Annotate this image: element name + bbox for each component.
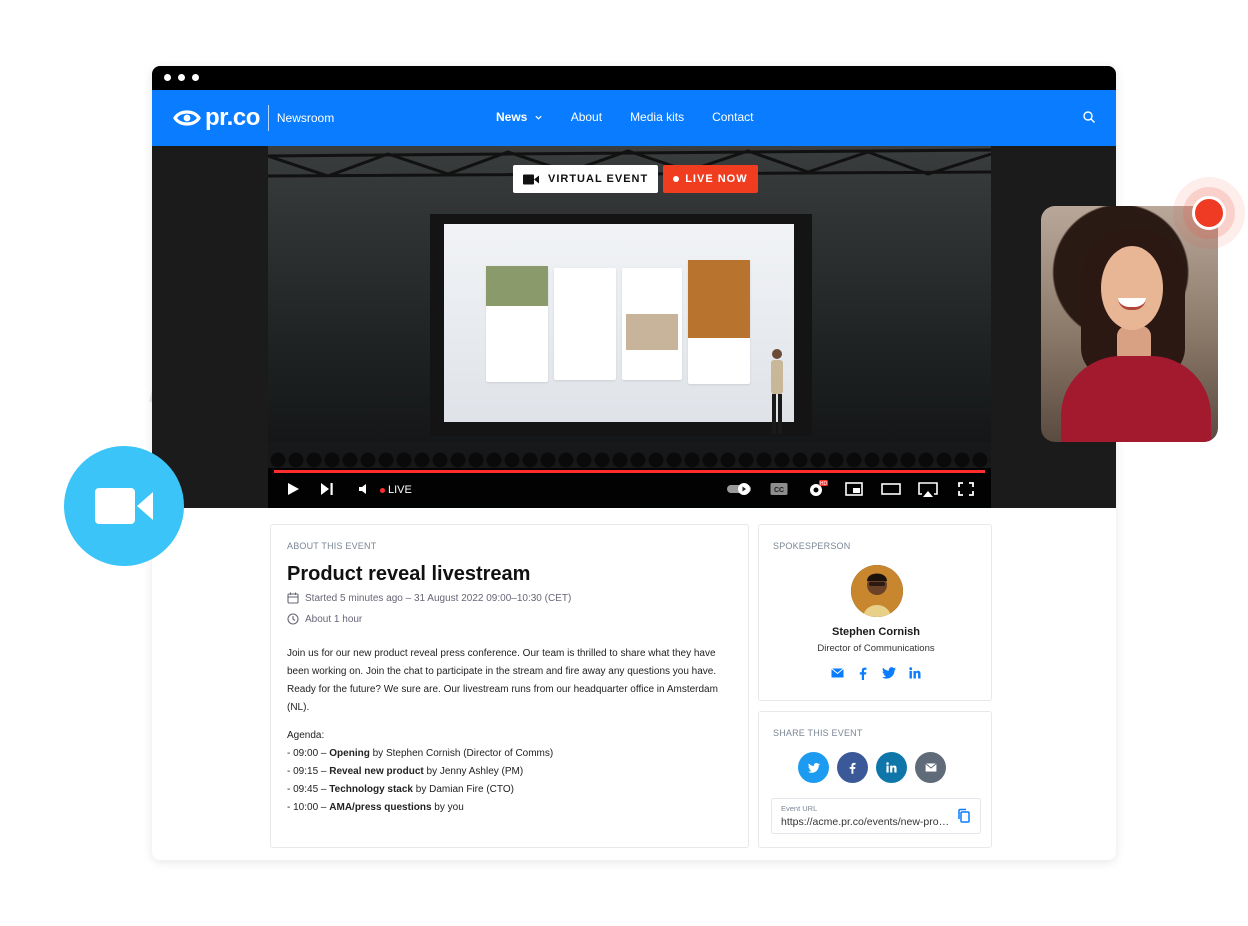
- search-icon[interactable]: [1082, 110, 1096, 124]
- video-camera-icon: [523, 174, 539, 184]
- brand-name: pr.co: [205, 104, 260, 131]
- browser-window: pr.co Newsroom News About Media kits Con…: [152, 66, 1116, 860]
- participant-shirt: [1061, 356, 1211, 442]
- play-icon[interactable]: [286, 482, 300, 496]
- window-dot-icon[interactable]: [192, 74, 199, 81]
- event-title: Product reveal livestream: [287, 563, 531, 585]
- agenda-label: Agenda:: [287, 730, 325, 741]
- camera-button[interactable]: [64, 446, 184, 566]
- spokesperson-role: Director of Communications: [817, 643, 935, 654]
- event-duration-meta: About 1 hour: [287, 613, 362, 625]
- live-indicator-icon: [380, 488, 385, 493]
- share-linkedin-button[interactable]: [876, 752, 907, 783]
- hero-section: VIRTUAL EVENT LIVE NOW LIVE CC HD: [152, 146, 1116, 508]
- event-description: Join us for our new product reveal press…: [287, 648, 718, 713]
- email-icon[interactable]: [829, 665, 845, 681]
- nav-item-news[interactable]: News: [496, 110, 543, 124]
- airplay-icon[interactable]: [918, 482, 938, 498]
- screen-card: [486, 266, 548, 382]
- miniplayer-icon[interactable]: [845, 482, 863, 496]
- calendar-icon: [287, 592, 299, 604]
- share-heading: SHARE THIS EVENT: [773, 728, 863, 738]
- live-label: LIVE: [388, 484, 412, 496]
- screen-card: [554, 268, 616, 380]
- facebook-icon[interactable]: [855, 665, 871, 681]
- virtual-event-label: VIRTUAL EVENT: [548, 173, 649, 185]
- agenda-item: - 09:00 – Opening by Stephen Cornish (Di…: [287, 748, 554, 759]
- spokesperson-heading: SPOKESPERSON: [773, 541, 851, 551]
- spokesperson-avatar: [851, 565, 903, 617]
- facebook-icon: [849, 762, 856, 774]
- spokesperson-contacts: [829, 665, 933, 681]
- theater-mode-icon[interactable]: [881, 482, 901, 496]
- share-buttons: [798, 752, 954, 783]
- audience-silhouettes: [268, 442, 991, 470]
- twitter-icon[interactable]: [881, 665, 897, 681]
- about-event-panel: ABOUT THIS EVENT Product reveal livestre…: [270, 524, 749, 848]
- window-dot-icon[interactable]: [164, 74, 171, 81]
- window-titlebar: [152, 66, 1116, 90]
- event-start-meta: Started 5 minutes ago – 31 August 2022 0…: [287, 592, 571, 604]
- newsroom-label[interactable]: Newsroom: [277, 111, 334, 125]
- share-facebook-button[interactable]: [837, 752, 868, 783]
- hd-badge: HD: [820, 481, 828, 487]
- captions-icon[interactable]: CC: [770, 482, 788, 496]
- next-icon[interactable]: [320, 482, 334, 496]
- event-url-field[interactable]: Event URL https://acme.pr.co/events/new-…: [771, 798, 981, 834]
- spokesperson-name: Stephen Cornish: [831, 626, 920, 638]
- live-dot-icon: [673, 176, 680, 182]
- share-event-panel: SHARE THIS EVENT Event URL https://acme.…: [758, 711, 992, 848]
- event-url-value[interactable]: https://acme.pr.co/events/new-product-re…: [781, 816, 951, 828]
- participant-face: [1101, 246, 1163, 330]
- main-menu: News About Media kits Contact: [496, 110, 781, 124]
- email-icon: [924, 763, 937, 772]
- pr-co-logo-icon: [173, 110, 201, 126]
- screen-card: [622, 268, 682, 380]
- share-twitter-button[interactable]: [798, 752, 829, 783]
- event-badges: VIRTUAL EVENT LIVE NOW: [513, 165, 758, 193]
- screen-card: [688, 260, 750, 384]
- settings-gear-icon[interactable]: HD: [808, 480, 828, 498]
- share-email-button[interactable]: [915, 752, 946, 783]
- nav-item-about[interactable]: About: [571, 110, 602, 124]
- copy-icon[interactable]: [956, 808, 972, 824]
- chevron-down-icon: [535, 116, 542, 121]
- top-navigation: pr.co Newsroom News About Media kits Con…: [152, 90, 1116, 146]
- clock-icon: [287, 613, 299, 625]
- linkedin-icon: [886, 762, 897, 773]
- linkedin-icon[interactable]: [907, 665, 923, 681]
- fullscreen-icon[interactable]: [958, 482, 974, 496]
- event-duration-text: About 1 hour: [305, 613, 363, 625]
- progress-bar[interactable]: [274, 470, 985, 473]
- brand-logo[interactable]: pr.co Newsroom: [172, 104, 334, 132]
- player-controls: LIVE CC HD: [268, 468, 991, 508]
- about-heading: ABOUT THIS EVENT: [287, 541, 377, 551]
- autoplay-toggle-icon[interactable]: [726, 482, 754, 496]
- agenda-item: - 09:15 – Reveal new product by Jenny As…: [287, 766, 524, 777]
- logo-separator: [267, 105, 269, 131]
- recording-indicator-icon: [1192, 196, 1226, 230]
- livestream-video-player[interactable]: VIRTUAL EVENT LIVE NOW LIVE CC HD: [268, 146, 991, 508]
- agenda-item: - 10:00 – AMA/press questions by you: [287, 802, 464, 813]
- live-now-badge: LIVE NOW: [663, 165, 758, 193]
- nav-item-contact[interactable]: Contact: [712, 110, 753, 124]
- agenda-item: - 09:45 – Technology stack by Damian Fir…: [287, 784, 514, 795]
- event-agenda: Agenda: - 09:00 – Opening by Stephen Cor…: [287, 727, 553, 817]
- nav-item-media-kits[interactable]: Media kits: [630, 110, 684, 124]
- twitter-icon: [807, 762, 820, 773]
- event-url-label: Event URL: [781, 804, 818, 813]
- live-now-label: LIVE NOW: [685, 173, 748, 185]
- event-start-text: Started 5 minutes ago – 31 August 2022 0…: [305, 592, 572, 604]
- video-camera-icon: [95, 488, 153, 524]
- spokesperson-panel: SPOKESPERSON Stephen Cornish Director of…: [758, 524, 992, 701]
- virtual-event-badge: VIRTUAL EVENT: [513, 165, 659, 193]
- window-dot-icon[interactable]: [178, 74, 185, 81]
- volume-icon[interactable]: [358, 482, 370, 496]
- projection-screen: [444, 224, 794, 422]
- nav-item-news-label: News: [496, 110, 528, 124]
- presenter-figure: [768, 346, 786, 436]
- svg-text:CC: CC: [774, 487, 784, 494]
